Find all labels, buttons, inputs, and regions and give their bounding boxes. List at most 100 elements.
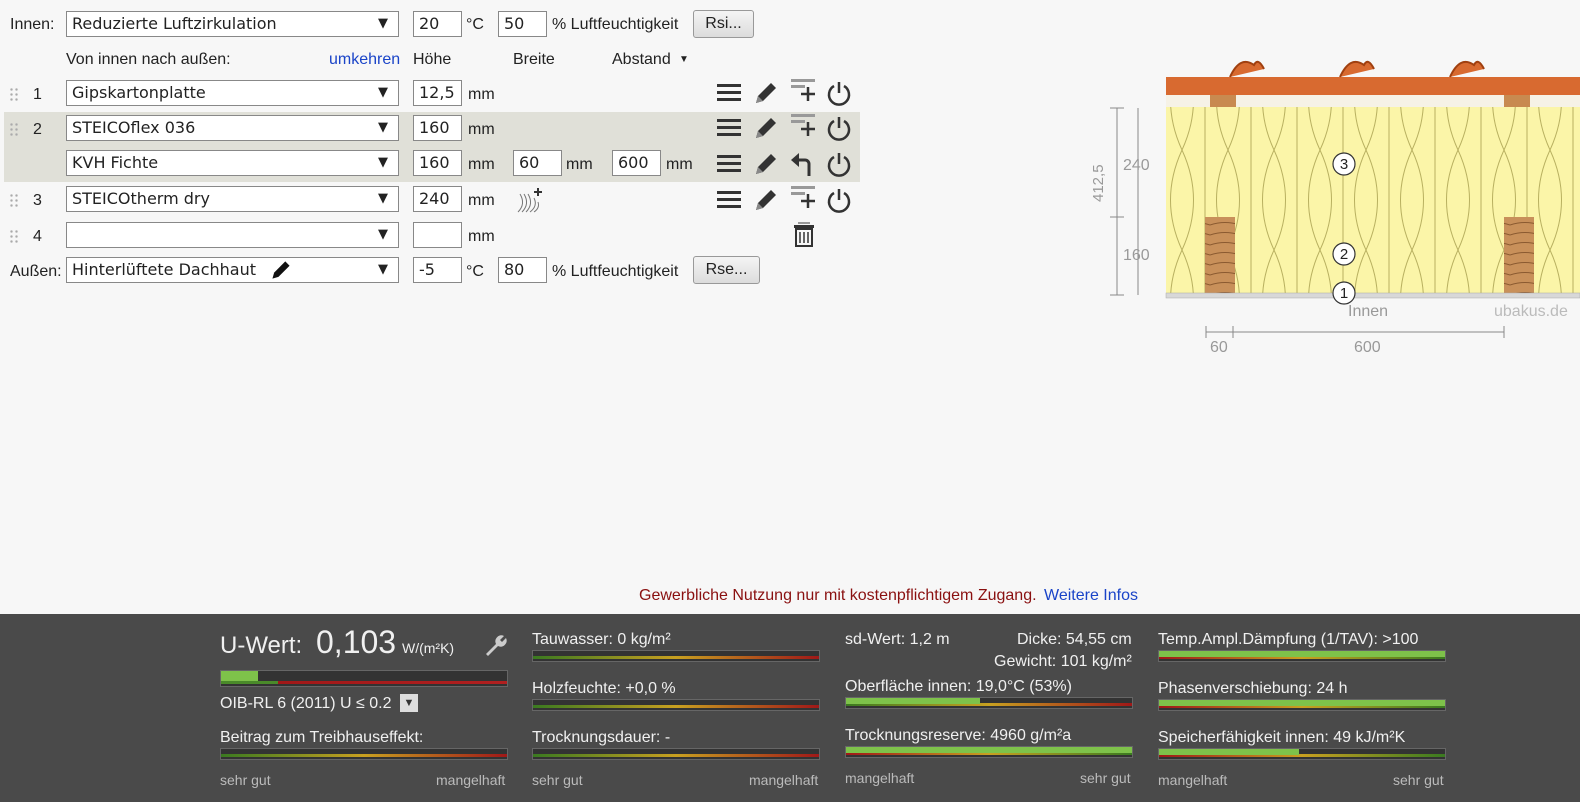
scale-bad: mangelhaft	[749, 772, 819, 788]
outside-climate-select[interactable]: Hinterlüftete Dachhaut ▼	[66, 257, 399, 283]
layer-marker-1-label: 1	[1340, 285, 1348, 302]
insulation-layer-3-pattern	[1166, 107, 1580, 217]
layer-3-material-select[interactable]: STEICOtherm dry ▼	[66, 186, 399, 212]
drag-handle-icon[interactable]	[9, 87, 19, 101]
insert-layer-icon[interactable]	[789, 77, 817, 105]
layer-2b-width-input[interactable]: 60	[513, 150, 562, 176]
power-icon[interactable]	[825, 114, 853, 142]
menu-icon[interactable]	[715, 150, 743, 178]
scale-good: sehr gut	[532, 772, 583, 788]
rsi-button[interactable]: Rsi...	[693, 10, 754, 38]
inside-humidity-input[interactable]: 50	[498, 11, 547, 37]
layer-cross-section-diagram: 412,5 240 160 3 2 1 Innen ubakus.de 60 6…	[1090, 60, 1580, 356]
layer-1-unit: mm	[468, 86, 495, 103]
chevron-down-icon: ▼	[378, 227, 388, 242]
pencil-icon[interactable]	[752, 186, 780, 214]
chevron-down-icon: ▼	[378, 155, 388, 170]
uwert-bar-fill	[221, 671, 259, 681]
outside-label: Außen:	[10, 263, 62, 280]
reserve-bar-fill	[846, 747, 1132, 753]
outside-temp-unit: °C	[466, 263, 484, 280]
inside-temp-input[interactable]: 20	[413, 11, 462, 37]
layer-marker-2-label: 2	[1340, 246, 1348, 263]
layer-2b-thickness-input[interactable]: 160	[413, 150, 462, 176]
horizontal-dimension-lines	[1205, 326, 1505, 338]
batten	[1210, 95, 1236, 107]
layer-2b-material-select[interactable]: KVH Fichte ▼	[66, 150, 399, 176]
outside-humidity-input[interactable]: 80	[498, 257, 547, 283]
reverse-link[interactable]: umkehren	[329, 51, 400, 69]
scale-good: sehr gut	[1080, 770, 1131, 786]
outside-temp-input[interactable]: -5	[413, 257, 462, 283]
menu-icon[interactable]	[715, 79, 743, 107]
menu-icon[interactable]	[715, 186, 743, 214]
rafter-grain	[1205, 217, 1235, 293]
spacing-dropdown-icon[interactable]: ▼	[679, 54, 689, 65]
menu-icon[interactable]	[715, 114, 743, 142]
trash-icon[interactable]	[790, 220, 818, 248]
holzfeuchte-label: Holzfeuchte: +0,0 %	[532, 680, 676, 697]
layer-2b-spacing-input[interactable]: 600	[612, 150, 661, 176]
pencil-icon[interactable]	[752, 150, 780, 178]
layer-1-material-select[interactable]: Gipskartonplatte ▼	[66, 80, 399, 106]
tauwasser-bar	[532, 650, 820, 662]
layer-3-material-value: STEICOtherm dry	[72, 189, 210, 208]
add-wood-grain-icon[interactable]	[516, 186, 544, 214]
layer-2b-spacing-unit: mm	[666, 156, 693, 173]
batten	[1504, 95, 1530, 107]
layer-2-thickness-input[interactable]: 160	[413, 115, 462, 141]
drag-handle-icon[interactable]	[9, 122, 19, 136]
inside-humidity-label: % Luftfeuchtigkeit	[552, 16, 679, 33]
outside-humidity-label: % Luftfeuchtigkeit	[552, 263, 679, 280]
uwert-label: U-Wert:	[220, 632, 303, 659]
reserve-label: Trocknungsreserve: 4960 g/m²a	[845, 727, 1072, 744]
results-panel: U-Wert: 0,103 W/(m²K) OIB-RL 6 (2011) U …	[0, 614, 1580, 802]
direction-label: Von innen nach außen:	[66, 51, 231, 68]
pencil-icon[interactable]	[752, 114, 780, 142]
roof-tile-ridges	[1229, 60, 1485, 78]
layer-4-thickness-input[interactable]	[413, 222, 462, 248]
commercial-notice: Gewerbliche Nutzung nur mit kostenpflich…	[639, 587, 1037, 604]
gypsum-layer	[1165, 292, 1580, 299]
dim-width-label: 60	[1210, 339, 1228, 356]
chevron-down-icon: ▼	[378, 262, 388, 277]
layer-4-material-select[interactable]: ▼	[66, 222, 399, 248]
scale-bad: mangelhaft	[1158, 772, 1228, 788]
tav-bar	[1158, 650, 1446, 662]
spacing-header[interactable]: Abstand	[612, 51, 671, 69]
insert-layer-icon[interactable]	[789, 112, 817, 140]
outside-climate-value: Hinterlüftete Dachhaut	[72, 260, 256, 279]
phase-bar	[1158, 699, 1446, 711]
layer-2b-width-unit: mm	[566, 156, 593, 173]
oib-dropdown-icon[interactable]: ▼	[400, 694, 418, 712]
phase-label: Phasenverschiebung: 24 h	[1158, 680, 1348, 697]
inside-climate-value: Reduzierte Luftzirkulation	[72, 14, 277, 33]
power-icon[interactable]	[825, 79, 853, 107]
layer-2-material-select[interactable]: STEICOflex 036 ▼	[66, 115, 399, 141]
layer-1-material-value: Gipskartonplatte	[72, 83, 206, 102]
power-icon[interactable]	[825, 186, 853, 214]
pencil-icon[interactable]	[268, 258, 294, 282]
rse-button[interactable]: Rse...	[693, 256, 760, 284]
oib-standard: OIB-RL 6 (2011) U ≤ 0.2	[220, 695, 392, 712]
layer-3-thickness-input[interactable]: 240	[413, 186, 462, 212]
power-icon[interactable]	[825, 150, 853, 178]
tav-label: Temp.Ampl.Dämpfung (1/TAV): >100	[1158, 631, 1419, 648]
wrench-icon[interactable]	[482, 632, 508, 658]
more-info-link[interactable]: Weitere Infos	[1044, 587, 1138, 605]
tauwasser-label: Tauwasser: 0 kg/m²	[532, 631, 671, 648]
insert-layer-icon[interactable]	[789, 184, 817, 212]
drag-handle-icon[interactable]	[9, 229, 19, 243]
reserve-bar	[845, 746, 1133, 758]
oberflaeche-bar-fill	[846, 698, 981, 704]
layer-4-unit: mm	[468, 228, 495, 245]
dicke-value: Dicke: 54,55 cm	[1017, 631, 1132, 648]
drag-handle-icon[interactable]	[9, 193, 19, 207]
inside-climate-select[interactable]: Reduzierte Luftzirkulation ▼	[66, 11, 399, 37]
undo-arrow-icon[interactable]	[789, 150, 817, 178]
total-thickness-label: 412,5	[1090, 164, 1107, 202]
layer-1-thickness-input[interactable]: 12,5	[413, 80, 462, 106]
pencil-icon[interactable]	[752, 79, 780, 107]
layer-number: 2	[33, 121, 42, 138]
uwert-value: 0,103	[316, 624, 397, 660]
